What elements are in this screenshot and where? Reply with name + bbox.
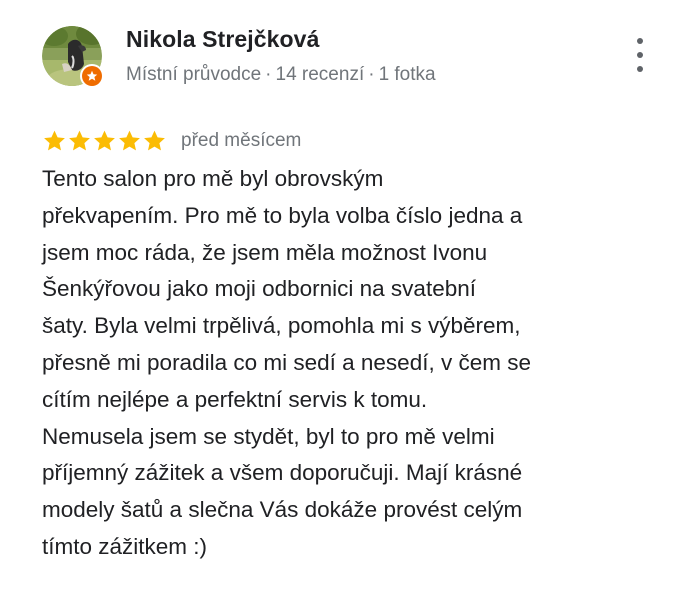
star-icon [94, 130, 115, 151]
badge-star-icon [86, 70, 98, 81]
review-text-line: tímto zážitkem :) [42, 533, 208, 559]
review-date: před měsícem [181, 130, 302, 151]
more-options-button[interactable] [624, 38, 656, 72]
star-icon [144, 130, 165, 151]
reviewer-role: Místní průvodce [126, 64, 262, 85]
review-text-line: šaty. Byla velmi trpělivá, pomohla mi s … [42, 313, 521, 339]
review-text-line: Nemusela jsem se stydět, byl to pro mě v… [42, 423, 495, 449]
review-text-line: příjemný zážitek a všem doporučuji. Mají… [42, 460, 523, 486]
star-rating [42, 129, 167, 153]
reviewer-name[interactable]: Nikola Strejčková [126, 26, 319, 53]
star-icon [44, 130, 65, 151]
reviewer-meta: Místní průvodce · 14 recenzí · 1 fotka [126, 64, 436, 86]
more-vert-icon-dot [637, 66, 643, 72]
more-vert-icon-dot [637, 52, 643, 58]
local-guide-badge-icon [82, 66, 102, 86]
star-icon [69, 130, 90, 151]
star-icon [119, 130, 140, 151]
review-card: Nikola Strejčková Místní průvodce · 14 rec… [0, 0, 700, 598]
review-text-line: jsem moc ráda, že jsem měla možnost Ivon… [42, 239, 488, 265]
review-text-line: Šenkýřovou jako moji odbornici na svateb… [42, 276, 476, 302]
more-vert-icon [637, 38, 643, 44]
review-text-line: přesně mi poradila co mi sedí a nesedí, … [42, 349, 531, 375]
review-rating: před měsícem [42, 129, 301, 153]
reviewer-review-count: 14 recenzí [275, 64, 365, 85]
review-text-line: Tento salon pro mě byl obrovským [42, 166, 384, 191]
review-text-line: modely šatů a slečna Vás dokáže provést … [42, 497, 523, 523]
review-text: Tento salon pro mě byl obrovským překvape… [42, 161, 662, 566]
meta-separator: · [368, 64, 375, 85]
reviewer-avatar[interactable] [42, 26, 104, 88]
meta-separator: · [265, 64, 272, 85]
local-guide-badge [80, 64, 104, 88]
review-text-line: překvapením. Pro mě to byla volba číslo … [42, 202, 523, 228]
review-text-line: cítím nejlépe a perfektní servis k tomu. [42, 386, 428, 412]
reviewer-photo-count: 1 fotka [378, 64, 436, 85]
